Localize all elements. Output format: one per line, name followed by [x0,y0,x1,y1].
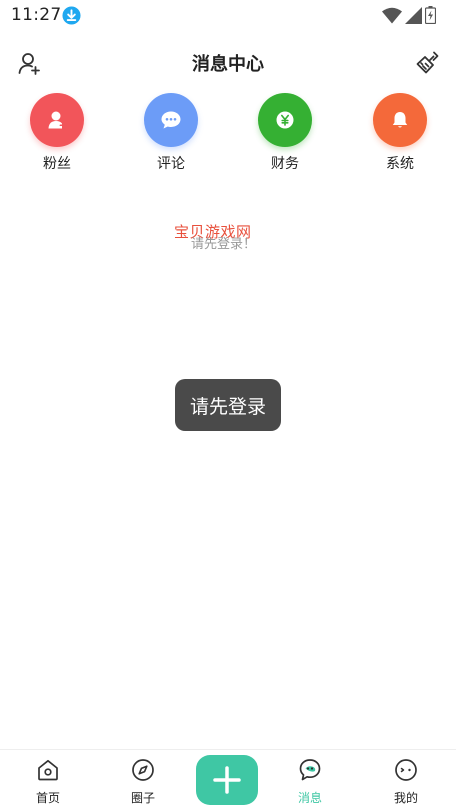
tab-label: 首页 [35,791,60,805]
category-label: 评论 [157,156,185,172]
toast-text: 请先登录 [189,395,266,418]
tab-label: 消息 [297,791,322,805]
page-title: 消息中心 [192,54,264,75]
category-fans[interactable]: 粉丝 [17,93,97,173]
tab-profile[interactable]: 我的 [366,750,446,812]
category-label: 系统 [386,156,414,172]
empty-message: 请先登录！ [191,237,257,252]
tab-label: 圈子 [130,791,155,805]
tab-messages[interactable]: 消息 [270,750,350,812]
status-icons [382,5,436,25]
profile-face-icon [395,759,417,781]
status-time: 11:27 [11,5,62,25]
publish-button[interactable] [196,755,258,805]
toast: 请先登录 [175,379,281,431]
message-chat-icon [299,759,321,781]
tab-home[interactable]: 首页 [8,750,88,812]
category-system[interactable]: 系统 [360,93,440,173]
header: 消息中心 [0,40,456,84]
home-icon [38,759,58,781]
category-label: 粉丝 [43,156,71,172]
category-finance[interactable]: 财务 [245,93,325,173]
battery-charging-icon [425,6,436,24]
category-label: 财务 [271,156,299,172]
status-bar: 11:27 [0,0,456,32]
tab-label: 我的 [393,791,418,805]
compass-icon [132,759,154,781]
wifi-icon [382,7,402,23]
fan-user-icon [30,93,84,147]
message-categories: 粉丝 评论 财务 系统 [0,93,456,173]
signal-icon [405,6,422,24]
yen-coin-icon [258,93,312,147]
bell-icon [373,93,427,147]
clear-broom-icon[interactable] [414,50,440,76]
download-icon [62,6,81,25]
category-comments[interactable]: 评论 [131,93,211,173]
comment-bubble-icon [144,93,198,147]
plus-icon [213,766,241,794]
tab-circle[interactable]: 圈子 [103,750,183,812]
